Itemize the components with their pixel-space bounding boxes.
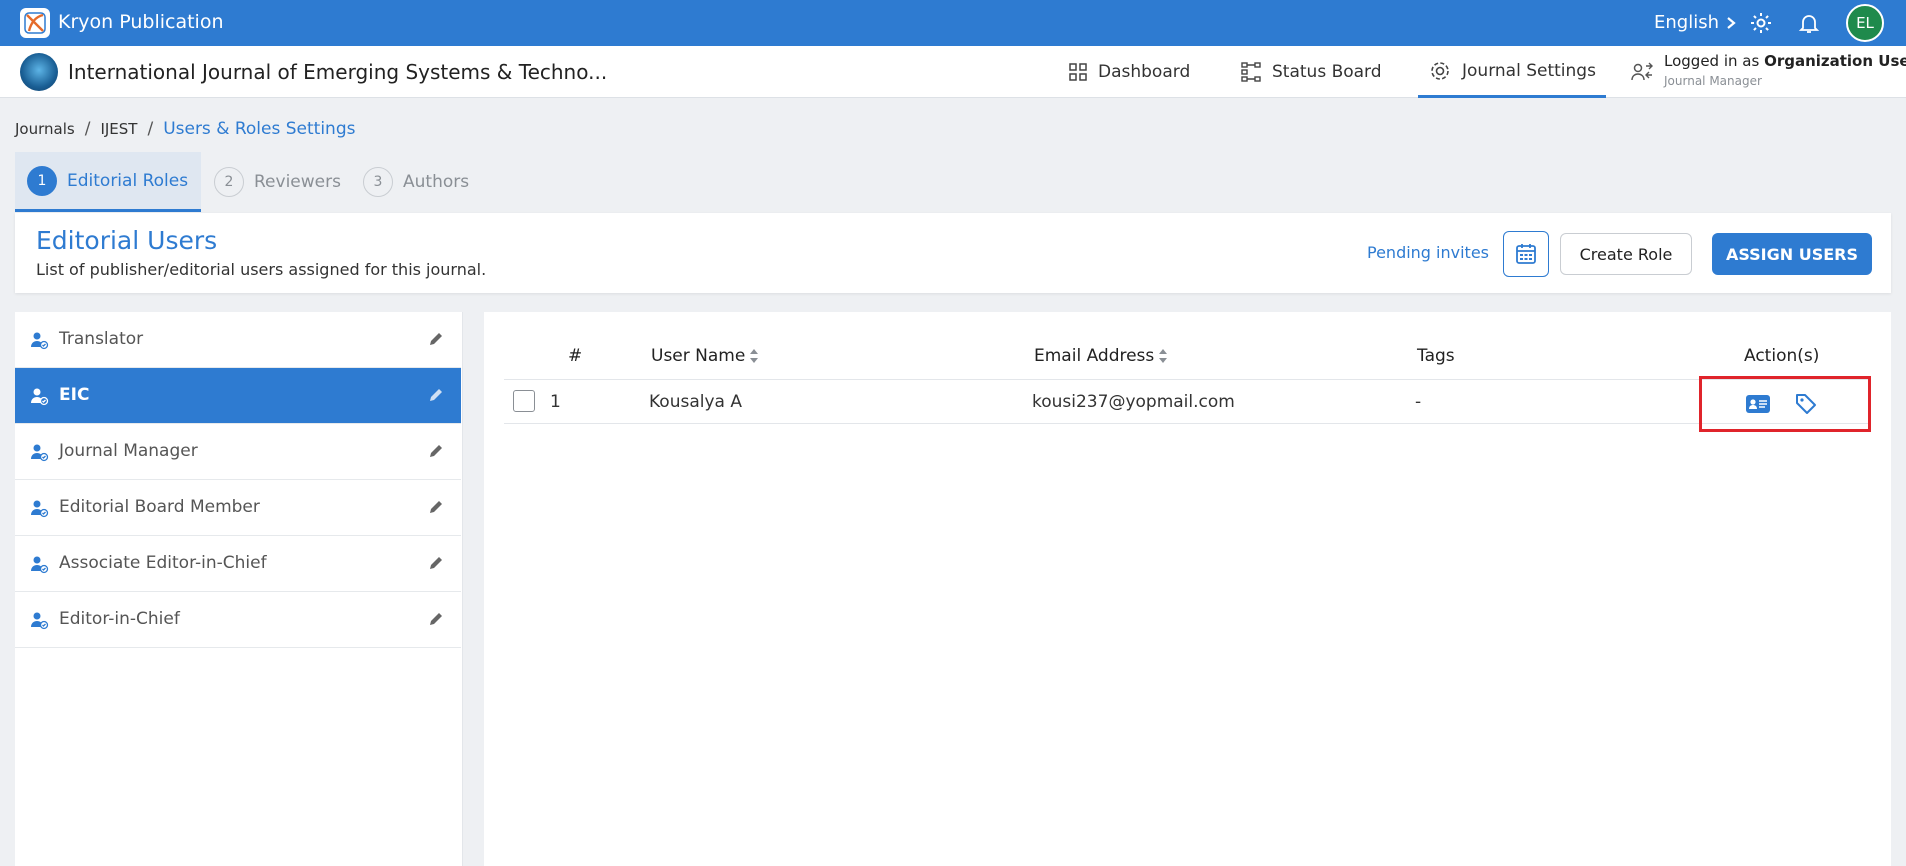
section-subtitle: List of publisher/editorial users assign…: [36, 260, 487, 279]
top-app-bar: Kryon Publication English EL: [0, 0, 1906, 46]
language-label: English: [1654, 12, 1719, 33]
role-label: Editorial Board Member: [59, 497, 260, 517]
row-email: kousi237@yopmail.com: [1032, 392, 1235, 412]
journal-header: International Journal of Emerging System…: [0, 46, 1906, 98]
edit-pencil-icon[interactable]: [427, 554, 445, 572]
row-checkbox[interactable]: [513, 390, 535, 412]
user-avatar[interactable]: EL: [1846, 4, 1884, 42]
tab-label: Editorial Roles: [67, 170, 189, 191]
dashboard-icon: [1069, 63, 1087, 81]
sort-icon: [750, 349, 759, 363]
section-title: Editorial Users: [36, 226, 218, 255]
tab-editorial-roles[interactable]: 1 Editorial Roles: [15, 152, 201, 212]
column-header-number: #: [568, 346, 583, 366]
breadcrumb-separator: /: [84, 119, 91, 139]
nav-journal-settings[interactable]: Journal Settings: [1418, 46, 1606, 98]
assign-users-button[interactable]: ASSIGN USERS: [1712, 233, 1872, 275]
chevron-right-icon: [1727, 16, 1736, 29]
app-logo-icon[interactable]: [20, 8, 50, 38]
column-header-actions: Action(s): [1744, 346, 1820, 366]
column-header-label: User Name: [651, 346, 746, 366]
tag-icon[interactable]: [1794, 392, 1818, 416]
edit-pencil-icon[interactable]: [427, 442, 445, 460]
sort-icon: [1159, 349, 1168, 363]
role-item-eic[interactable]: EIC: [15, 368, 461, 424]
editorial-users-card: Editorial Users List of publisher/editor…: [15, 213, 1891, 293]
tab-authors[interactable]: 3 Authors: [351, 152, 481, 212]
nav-dashboard-label: Dashboard: [1098, 62, 1191, 82]
role-item-associate-editor-in-chief[interactable]: Associate Editor-in-Chief: [15, 536, 461, 592]
row-actions-highlight: [1699, 376, 1871, 432]
role-label: Journal Manager: [59, 441, 198, 461]
nav-status-board[interactable]: Status Board: [1240, 46, 1382, 98]
role-item-editorial-board-member[interactable]: Editorial Board Member: [15, 480, 461, 536]
edit-pencil-icon[interactable]: [427, 498, 445, 516]
logged-in-prefix: Logged in as: [1664, 52, 1760, 70]
tab-label: Authors: [403, 172, 470, 192]
nav-dashboard[interactable]: Dashboard: [1068, 46, 1190, 98]
column-header-email[interactable]: Email Address: [1034, 346, 1168, 366]
user-role-icon: [31, 388, 49, 406]
user-switch-icon: [1631, 62, 1653, 81]
settings-gear-icon[interactable]: [1748, 10, 1774, 36]
role-label: EIC: [59, 385, 90, 405]
journal-logo-icon: [20, 53, 58, 91]
tab-number: 3: [363, 167, 393, 197]
user-role-icon: [31, 612, 49, 630]
edit-pencil-icon[interactable]: [427, 330, 445, 348]
column-header-user-name[interactable]: User Name: [651, 346, 759, 366]
status-board-icon: [1241, 62, 1261, 82]
logged-in-line: Logged in as Organization User: [1664, 52, 1906, 70]
create-role-button[interactable]: Create Role: [1560, 233, 1692, 275]
nav-journal-settings-label: Journal Settings: [1462, 60, 1596, 81]
tab-number: 2: [214, 167, 244, 197]
nav-status-board-label: Status Board: [1272, 62, 1382, 82]
breadcrumb-separator: /: [147, 119, 154, 139]
edit-pencil-icon[interactable]: [427, 610, 445, 628]
row-number: 1: [550, 392, 561, 412]
breadcrumb-ijest[interactable]: IJEST: [100, 120, 137, 138]
app-title: Kryon Publication: [58, 11, 224, 33]
column-header-label: Email Address: [1034, 346, 1155, 366]
language-selector[interactable]: English: [1654, 12, 1737, 33]
logged-in-info: Logged in as Organization User Journal M…: [1664, 52, 1906, 88]
calendar-icon: [1516, 244, 1536, 264]
tab-number: 1: [27, 165, 57, 196]
calendar-button[interactable]: [1503, 231, 1549, 277]
logged-in-role: Journal Manager: [1664, 74, 1762, 88]
role-label: Translator: [59, 329, 144, 349]
role-label: Editor-in-Chief: [59, 609, 180, 629]
edit-pencil-icon[interactable]: [427, 386, 445, 404]
journal-title: International Journal of Emerging System…: [68, 60, 608, 84]
user-role-icon: [31, 500, 49, 518]
user-role-icon: [31, 444, 49, 462]
table-row: 1 Kousalya A kousi237@yopmail.com -: [504, 379, 1871, 424]
user-role-icon: [31, 556, 49, 574]
roles-list: Translator EIC Journal Manager Editorial…: [15, 312, 463, 866]
role-item-translator[interactable]: Translator: [15, 312, 461, 368]
breadcrumb-journals[interactable]: Journals: [15, 120, 75, 138]
notification-bell-icon[interactable]: [1796, 10, 1822, 36]
user-profile-card-icon[interactable]: [1746, 395, 1770, 413]
row-tags: -: [1415, 392, 1422, 412]
user-role-icon: [31, 332, 49, 350]
role-item-journal-manager[interactable]: Journal Manager: [15, 424, 461, 480]
logged-in-user: Organization User: [1764, 52, 1906, 70]
row-user-name: Kousalya A: [649, 392, 742, 412]
column-header-tags: Tags: [1417, 346, 1455, 366]
role-item-editor-in-chief[interactable]: Editor-in-Chief: [15, 592, 461, 648]
tab-reviewers[interactable]: 2 Reviewers: [202, 152, 353, 212]
breadcrumb-current: Users & Roles Settings: [163, 119, 356, 139]
gear-icon: [1431, 61, 1449, 80]
users-table-panel: # User Name Email Address Tags Action(s)…: [484, 312, 1891, 866]
role-label: Associate Editor-in-Chief: [59, 553, 267, 573]
tab-label: Reviewers: [254, 172, 341, 192]
pending-invites-link[interactable]: Pending invites: [1367, 243, 1489, 262]
breadcrumb: Journals / IJEST / Users & Roles Setting…: [15, 119, 355, 139]
